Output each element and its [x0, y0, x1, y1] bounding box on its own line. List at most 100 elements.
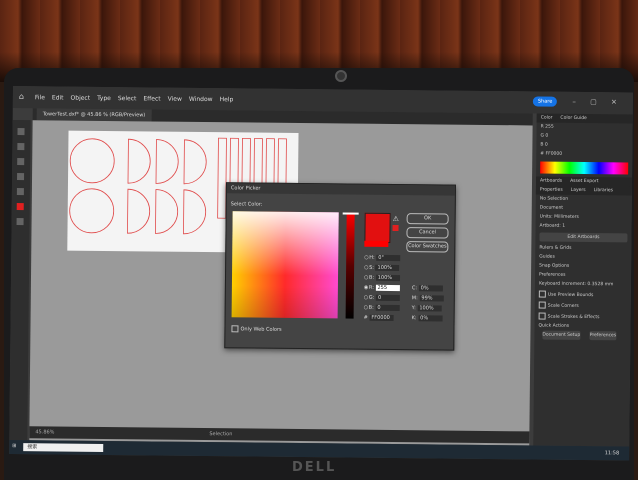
zoom-level[interactable]: 45.86%	[35, 429, 54, 435]
current-tool-label: Selection	[209, 431, 233, 438]
checkbox-icon	[538, 301, 546, 309]
menu-view[interactable]: View	[168, 96, 182, 103]
dialog-title: Color Picker	[226, 183, 455, 196]
b-input[interactable]: 100%	[375, 274, 400, 282]
h-label: H:	[369, 254, 375, 261]
color-g-value[interactable]: 0	[545, 134, 548, 139]
h-input[interactable]: 0°	[376, 254, 401, 262]
share-button[interactable]: Share	[532, 96, 558, 107]
menu-help[interactable]: Help	[220, 96, 234, 103]
taskbar-search-input[interactable]: 搜索	[23, 443, 104, 452]
color-spectrum[interactable]	[540, 161, 629, 175]
tab-color-guide[interactable]: Color Guide	[560, 116, 586, 121]
out-of-gamut-warning-icon[interactable]: ⚠	[393, 215, 399, 223]
hex-input[interactable]: FF0000	[369, 314, 394, 321]
hex-label: #	[363, 314, 368, 321]
m-field[interactable]: M: 99%	[412, 295, 444, 303]
r-field[interactable]: ◉R: 255	[364, 285, 400, 293]
m-input[interactable]: 99%	[419, 295, 444, 302]
b-field[interactable]: ○B: 100%	[364, 275, 400, 283]
bb-input[interactable]: 0	[375, 304, 400, 312]
tab-layers[interactable]: Layers	[571, 188, 586, 193]
checkbox-icon	[538, 290, 546, 298]
quick-actions-buttons: Document Setup Preferences	[534, 330, 630, 341]
color-field[interactable]	[231, 211, 339, 319]
color-swatches-button[interactable]: Color Swatches	[406, 241, 449, 253]
right-panel: Color Color Guide R 255 G 0 B 0 # FF0000…	[533, 113, 633, 447]
g-field[interactable]: ○G: 0	[364, 295, 400, 303]
c-input[interactable]: 0%	[418, 285, 443, 292]
menu-effect[interactable]: Effect	[143, 95, 160, 102]
cancel-button[interactable]: Cancel	[406, 227, 449, 239]
fill-stroke-icon[interactable]	[16, 203, 24, 211]
k-label: K:	[411, 315, 417, 322]
keyboard-increment-input[interactable]: 0.3528 mm	[587, 282, 613, 287]
scale-strokes-label: Scale Strokes & Effects	[547, 314, 600, 321]
color-b-value[interactable]: 0	[545, 143, 548, 148]
hue-slider[interactable]	[345, 212, 355, 319]
direct-selection-tool-icon[interactable]	[17, 143, 25, 151]
windows-start-icon[interactable]: ⊞	[12, 443, 16, 449]
g-input[interactable]: 0	[375, 294, 400, 302]
hex-field[interactable]: # FF0000	[364, 315, 394, 323]
bb-label: B:	[368, 304, 374, 311]
k-input[interactable]: 0%	[418, 315, 443, 322]
k-field[interactable]: K: 0%	[412, 315, 443, 323]
tab-artboards[interactable]: Artboards	[540, 179, 562, 184]
s-label: S:	[369, 264, 375, 271]
preferences-button[interactable]: Preferences	[589, 331, 617, 341]
keyboard-increment-label: Keyboard Increment:	[538, 281, 587, 288]
checkbox-icon	[538, 312, 546, 320]
original-color-swatch[interactable]	[364, 240, 389, 247]
hue-slider-handle[interactable]	[342, 212, 359, 215]
only-web-colors-checkbox[interactable]: Only Web Colors	[231, 325, 282, 333]
menu-edit[interactable]: Edit	[52, 94, 64, 101]
s-field[interactable]: ○S: 100%	[364, 265, 400, 273]
menu-type[interactable]: Type	[97, 95, 111, 102]
web-safe-color-icon[interactable]	[392, 224, 399, 232]
color-r-value[interactable]: 255	[545, 125, 554, 130]
tab-asset-export[interactable]: Asset Export	[570, 179, 599, 184]
select-color-label: Select Color:	[230, 201, 263, 208]
shape-tool-icon[interactable]	[16, 188, 24, 196]
y-field[interactable]: Y: 100%	[412, 305, 442, 313]
webcam	[335, 70, 347, 82]
color-picker-dialog: Color Picker Select Color: ⚠ OK Cancel C…	[224, 182, 456, 351]
menu-file[interactable]: File	[35, 94, 45, 101]
color-hex-value[interactable]: FF0000	[545, 152, 562, 157]
bb-field[interactable]: ○B: 0	[364, 305, 400, 313]
tab-color[interactable]: Color	[541, 116, 553, 121]
document-setup-button[interactable]: Document Setup	[542, 330, 581, 340]
menu-object[interactable]: Object	[71, 95, 91, 102]
use-preview-bounds-label: Use Preview Bounds	[547, 292, 594, 299]
c-field[interactable]: C: 0%	[412, 285, 443, 293]
tab-properties[interactable]: Properties	[540, 188, 563, 193]
c-label: C:	[411, 285, 418, 292]
brush-tool-icon[interactable]	[17, 173, 25, 181]
checkbox-icon	[231, 325, 239, 333]
dell-logo: DELL	[292, 460, 337, 475]
b-label: B:	[368, 274, 375, 281]
h-field[interactable]: ○H: 0°	[364, 254, 401, 263]
home-icon[interactable]: ⌂	[19, 92, 24, 101]
s-input[interactable]: 100%	[375, 264, 400, 272]
zoom-tool-icon[interactable]	[16, 218, 24, 226]
only-web-colors-label: Only Web Colors	[240, 326, 282, 333]
r-input[interactable]: 255	[375, 284, 400, 292]
y-label: Y:	[411, 305, 416, 312]
menu-select[interactable]: Select	[118, 95, 137, 102]
window-controls[interactable]: – ▢ ✕	[572, 98, 623, 107]
artboard-select[interactable]: 1	[562, 224, 565, 229]
units-select[interactable]: Millimeters	[554, 215, 579, 220]
ok-button[interactable]: OK	[406, 213, 449, 225]
pen-tool-icon[interactable]	[17, 158, 25, 166]
menu-window[interactable]: Window	[189, 96, 213, 103]
screen: ⌂ File Edit Object Type Select Effect Vi…	[9, 86, 633, 461]
artboard-row: Artboard: 1	[536, 221, 632, 231]
y-input[interactable]: 100%	[417, 305, 442, 312]
scale-corners-label: Scale Corners	[547, 303, 579, 309]
edit-artboards-button[interactable]: Edit Artboards	[539, 232, 628, 243]
selection-tool-icon[interactable]	[17, 128, 25, 136]
tab-libraries[interactable]: Libraries	[594, 188, 613, 193]
r-label: R:	[368, 284, 374, 291]
